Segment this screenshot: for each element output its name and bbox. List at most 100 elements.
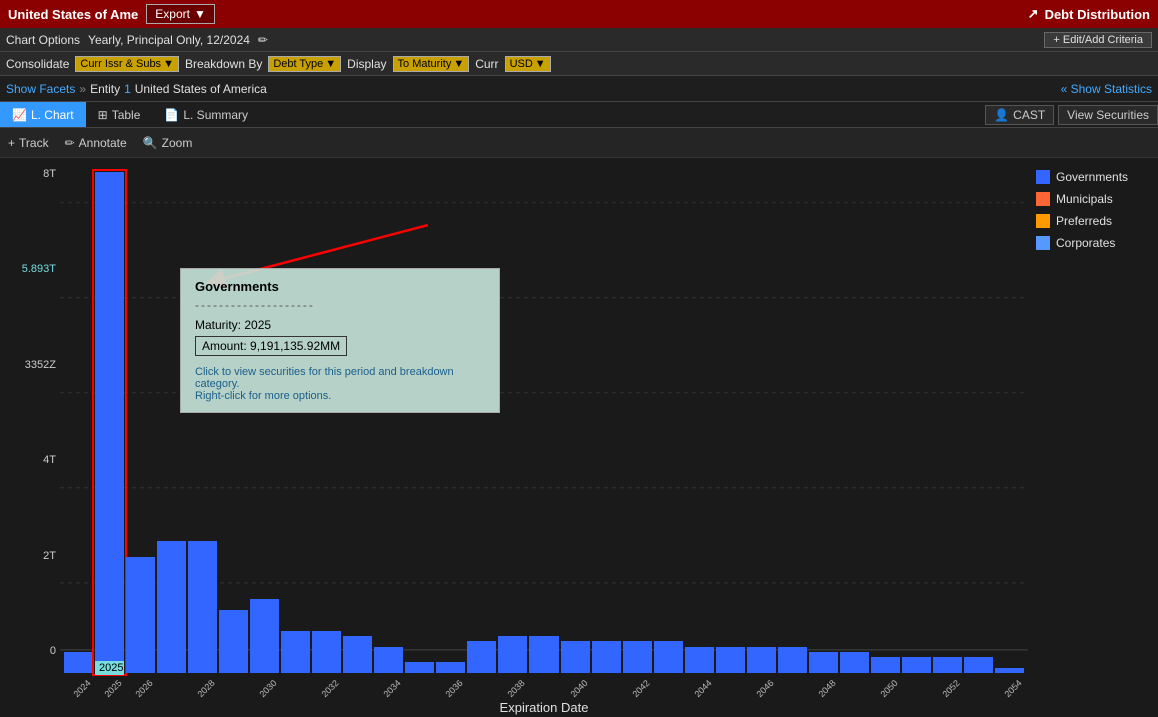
entity-number: 1 <box>124 82 131 96</box>
y-label-3352z: 3352Z <box>4 359 56 371</box>
cast-person-icon: 👤 <box>994 108 1009 122</box>
bar[interactable] <box>778 647 807 673</box>
view-securities-button[interactable]: View Securities <box>1058 105 1158 125</box>
legend-label: Municipals <box>1056 192 1113 206</box>
bar[interactable] <box>250 599 279 673</box>
y-axis: 8T 5.893T 3352Z 4T 2T 0 <box>0 158 60 717</box>
export-button[interactable]: Export ▼ <box>146 4 215 24</box>
x-axis-title: Expiration Date <box>60 700 1028 715</box>
bar[interactable] <box>623 641 652 673</box>
y-label-8t: 8T <box>4 168 56 180</box>
annotate-label: Annotate <box>79 136 127 150</box>
bar[interactable] <box>312 631 341 673</box>
zoom-icon: 🔍 <box>143 136 158 150</box>
tab-chart[interactable]: 📈 L. Chart <box>0 102 86 127</box>
facets-bar: Show Facets » Entity 1 United States of … <box>0 76 1158 102</box>
track-button[interactable]: + Track <box>8 136 49 150</box>
curr-issr-dropdown[interactable]: Curr Issr & Subs ▼ <box>75 56 179 72</box>
show-facets-button[interactable]: Show Facets <box>6 82 75 96</box>
summary-tab-label: L. Summary <box>183 108 248 122</box>
amount-display: Amount: 9,191,135.92MM <box>195 336 347 356</box>
tooltip-title: Governments <box>195 279 485 294</box>
bar[interactable] <box>436 662 465 673</box>
bars-container <box>64 172 1024 673</box>
legend-item: Corporates <box>1036 236 1150 250</box>
bar[interactable] <box>809 652 838 673</box>
chart-icon: 📈 <box>12 108 27 122</box>
tooltip-maturity: Maturity: 2025 <box>195 318 485 332</box>
chart-canvas: Governments -------------------- Maturit… <box>60 158 1028 717</box>
track-icon: + <box>8 136 15 150</box>
track-label: Track <box>19 136 49 150</box>
zoom-button[interactable]: 🔍 Zoom <box>143 136 193 150</box>
bar[interactable] <box>188 541 217 673</box>
bar[interactable] <box>840 652 869 673</box>
legend-item: Municipals <box>1036 192 1150 206</box>
bar[interactable] <box>871 657 900 673</box>
maturity-label: Maturity: <box>195 318 241 332</box>
usd-dropdown[interactable]: USD ▼ <box>505 56 551 72</box>
title-bar-right: ↗ Debt Distribution <box>1028 6 1150 22</box>
legend-item: Preferreds <box>1036 214 1150 228</box>
bar[interactable] <box>716 647 745 673</box>
to-maturity-dropdown[interactable]: To Maturity ▼ <box>393 56 470 72</box>
tooltip: Governments -------------------- Maturit… <box>180 268 500 413</box>
table-icon: ⊞ <box>98 108 108 122</box>
legend-color-box <box>1036 236 1050 250</box>
selected-year-label: 2025 <box>95 661 124 675</box>
export-label: Export <box>155 7 190 21</box>
bar[interactable] <box>902 657 931 673</box>
bar[interactable] <box>405 662 434 673</box>
edit-button[interactable]: ✏ <box>258 33 268 47</box>
bar[interactable] <box>747 647 776 673</box>
summary-icon: 📄 <box>164 108 179 122</box>
tooltip-info-line2: Right-click for more options. <box>195 390 485 402</box>
bar[interactable] <box>498 636 527 673</box>
consolidate-bar: Consolidate Curr Issr & Subs ▼ Breakdown… <box>0 52 1158 76</box>
bar[interactable] <box>374 647 403 673</box>
arrow-left-icon: « <box>1061 82 1068 96</box>
bar[interactable] <box>467 641 496 673</box>
bar[interactable] <box>157 541 186 673</box>
bar[interactable] <box>281 631 310 673</box>
legend-item: Governments <box>1036 170 1150 184</box>
bar[interactable] <box>126 557 155 673</box>
maturity-value: 2025 <box>244 318 271 332</box>
tab-table[interactable]: ⊞ Table <box>86 102 153 127</box>
debt-distribution-label: Debt Distribution <box>1045 7 1150 22</box>
zoom-label: Zoom <box>162 136 193 150</box>
tab-summary[interactable]: 📄 L. Summary <box>152 102 260 127</box>
legend-color-box <box>1036 214 1050 228</box>
cast-button[interactable]: 👤 CAST <box>985 105 1054 125</box>
show-stats-label: Show Statistics <box>1071 82 1152 96</box>
title-bar-left: United States of Ame Export ▼ <box>8 4 215 24</box>
bar[interactable] <box>219 610 248 673</box>
tab-bar: 📈 L. Chart ⊞ Table 📄 L. Summary 👤 CAST V… <box>0 102 1158 128</box>
bar[interactable] <box>592 641 621 673</box>
breakdown-label: Breakdown By <box>185 57 262 71</box>
bar[interactable] <box>343 636 372 673</box>
tooltip-info: Click to view securities for this period… <box>195 366 485 402</box>
bar[interactable] <box>95 172 124 673</box>
bar[interactable] <box>529 636 558 673</box>
show-statistics-button[interactable]: « Show Statistics <box>1061 82 1152 96</box>
bar[interactable] <box>933 657 962 673</box>
bar[interactable] <box>685 647 714 673</box>
bar[interactable] <box>654 641 683 673</box>
bar[interactable] <box>561 641 590 673</box>
annotate-button[interactable]: ✏ Annotate <box>65 136 127 150</box>
display-label: Display <box>347 57 386 71</box>
chart-area: 8T 5.893T 3352Z 4T 2T 0 Governments ----… <box>0 158 1158 717</box>
edit-add-criteria-button[interactable]: + Edit/Add Criteria <box>1044 32 1152 48</box>
bar[interactable] <box>995 668 1024 673</box>
y-label-5893t: 5.893T <box>4 263 56 275</box>
debt-type-dropdown[interactable]: Debt Type ▼ <box>268 56 341 72</box>
export-arrow: ▼ <box>194 7 206 21</box>
legend-label: Preferreds <box>1056 214 1112 228</box>
chart-options-value: Yearly, Principal Only, 12/2024 <box>88 33 250 47</box>
bar[interactable] <box>964 657 993 673</box>
bar[interactable] <box>64 652 93 673</box>
entity-full-name: United States of America <box>135 82 267 96</box>
table-tab-label: Table <box>112 108 141 122</box>
x-axis-labels: 2024202520262028203020322034203620382040… <box>64 685 1024 695</box>
